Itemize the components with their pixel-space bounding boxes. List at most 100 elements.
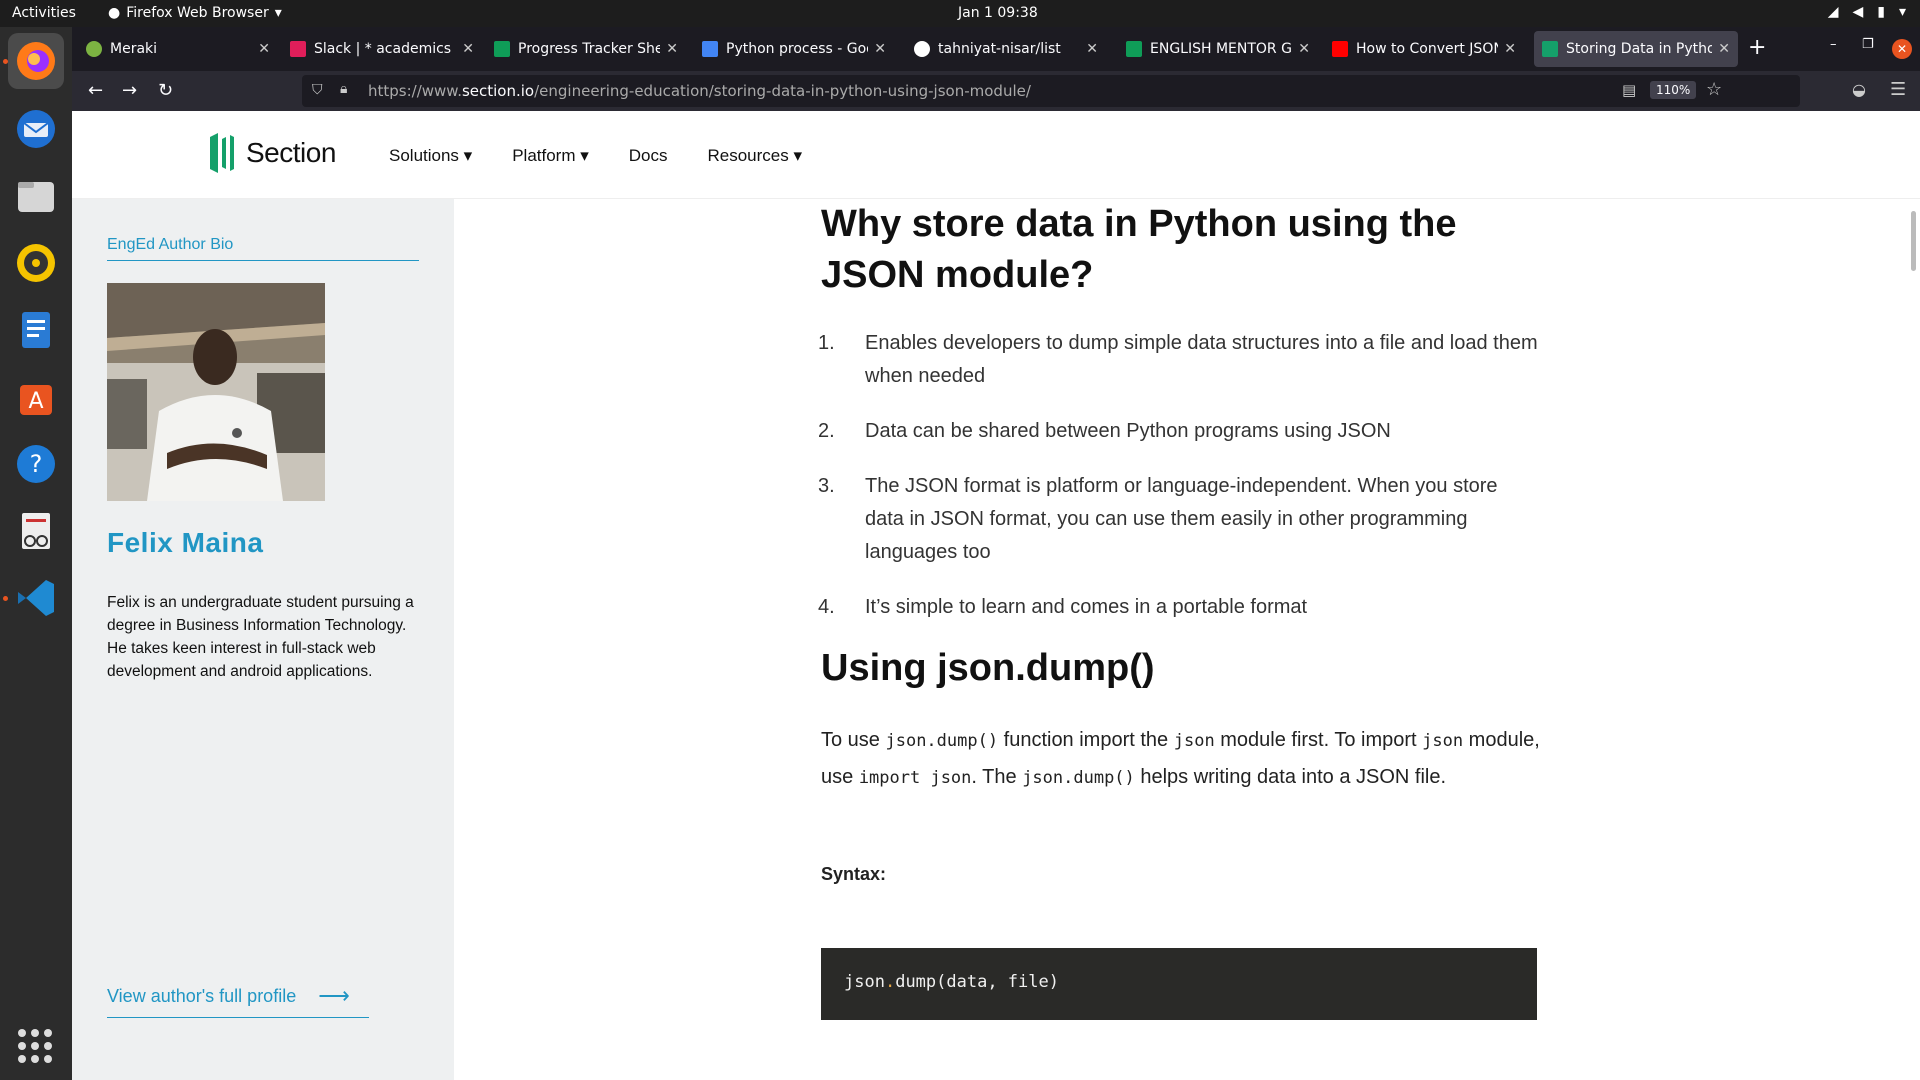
paragraph: To use json.dump() function import the j… bbox=[821, 722, 1541, 796]
list-item: 4. It’s simple to learn and comes in a po… bbox=[818, 591, 1541, 624]
inline-code: json bbox=[1422, 731, 1464, 751]
zoom-level-badge[interactable]: 110% bbox=[1650, 81, 1697, 99]
document-icon bbox=[22, 312, 50, 348]
close-tab-icon[interactable]: ✕ bbox=[666, 41, 678, 57]
code-token: json bbox=[844, 972, 885, 992]
list-text: Data can be shared between Python progra… bbox=[865, 420, 1391, 442]
back-arrow-icon[interactable]: ← bbox=[88, 80, 103, 101]
navigation-toolbar: ← → ↻ ⛉ 🔒︎ https://www.section.io/engine… bbox=[72, 71, 1920, 111]
list-number: 4. bbox=[818, 596, 835, 618]
nav-solutions[interactable]: Solutions ▾ bbox=[389, 146, 472, 166]
tab-label: Storing Data in Python bbox=[1566, 41, 1713, 57]
thunderbird-icon bbox=[17, 110, 55, 148]
list-item: 3. The JSON format is platform or languag… bbox=[818, 470, 1541, 569]
dock-firefox[interactable] bbox=[8, 33, 64, 89]
tab-strip: Meraki ✕ Slack | * academics | N ✕ Progr… bbox=[72, 27, 1920, 71]
tracking-shield-icon[interactable]: ⛉ bbox=[312, 82, 323, 98]
author-name[interactable]: Felix Maina bbox=[107, 527, 263, 559]
rhythmbox-icon bbox=[17, 244, 55, 282]
close-tab-icon[interactable]: ✕ bbox=[258, 41, 270, 57]
dock-software[interactable]: A bbox=[8, 369, 64, 425]
tab-storing-data[interactable]: Storing Data in Python ✕ bbox=[1534, 31, 1738, 67]
article-content: Why store data in Python using the JSON … bbox=[818, 199, 1541, 1020]
list-text: Enables developers to dump simple data s… bbox=[865, 332, 1538, 387]
close-tab-icon[interactable]: ✕ bbox=[462, 41, 474, 57]
close-tab-icon[interactable]: ✕ bbox=[874, 41, 886, 57]
arrow-right-icon: ⟶ bbox=[318, 983, 350, 1008]
text-span: function import the bbox=[998, 729, 1174, 751]
tab-label: Progress Tracker Shee bbox=[518, 41, 661, 57]
tab-label: tahniyat-nisar/list bbox=[938, 41, 1061, 57]
dock-writer[interactable] bbox=[8, 302, 64, 358]
dock-vscode[interactable] bbox=[8, 570, 64, 626]
nav-resources[interactable]: Resources ▾ bbox=[708, 146, 803, 166]
tab-youtube-json[interactable]: How to Convert JSON ✕ bbox=[1324, 31, 1524, 67]
list-item: 2. Data can be shared between Python prog… bbox=[818, 415, 1541, 448]
files-icon bbox=[18, 182, 54, 212]
list-item: 1. Enables developers to dump simple data… bbox=[818, 327, 1541, 393]
minimize-button[interactable]: – bbox=[1830, 37, 1837, 52]
system-tray[interactable]: ◢ ◀ ▮ ▾ bbox=[1828, 4, 1906, 20]
inline-code: import json bbox=[858, 768, 972, 788]
window-close-button[interactable]: ✕ bbox=[1892, 39, 1912, 59]
show-applications-button[interactable] bbox=[18, 1029, 52, 1063]
close-tab-icon[interactable]: ✕ bbox=[1718, 41, 1730, 57]
tab-github-list[interactable]: tahniyat-nisar/list ✕ bbox=[906, 31, 1106, 67]
pocket-icon[interactable]: ◒ bbox=[1852, 80, 1866, 99]
reader-view-icon[interactable]: ▤ bbox=[1622, 81, 1636, 99]
firefox-icon bbox=[17, 42, 55, 80]
forward-arrow-icon[interactable]: → bbox=[122, 80, 137, 101]
nav-docs[interactable]: Docs bbox=[629, 146, 668, 166]
dock-reader[interactable] bbox=[8, 503, 64, 559]
running-indicator bbox=[3, 59, 8, 64]
code-token: dump(data, file) bbox=[895, 972, 1059, 992]
svg-text:?: ? bbox=[30, 450, 43, 478]
restore-button[interactable]: ❐ bbox=[1862, 37, 1874, 52]
tab-python-process[interactable]: Python process - Goog ✕ bbox=[694, 31, 894, 67]
bookmark-star-icon[interactable]: ☆ bbox=[1706, 79, 1722, 100]
firefox-icon: ● bbox=[108, 5, 121, 21]
section-logo-icon bbox=[210, 133, 234, 173]
sheets-favicon-icon bbox=[1126, 41, 1142, 57]
close-tab-icon[interactable]: ✕ bbox=[1504, 41, 1516, 57]
chevron-down-icon: ▾ bbox=[274, 5, 282, 21]
lock-icon[interactable]: 🔒︎ bbox=[340, 81, 347, 97]
author-link-label: View author's full profile bbox=[107, 985, 297, 1006]
close-tab-icon[interactable]: ✕ bbox=[1298, 41, 1310, 57]
author-description: Felix is an undergraduate student pursui… bbox=[107, 594, 414, 680]
software-store-icon: A bbox=[20, 385, 52, 415]
dock-files[interactable] bbox=[8, 168, 64, 224]
nav-platform[interactable]: Platform ▾ bbox=[512, 146, 589, 166]
code-block[interactable]: json.dump(data, file) bbox=[821, 948, 1537, 1020]
tab-english-mentor[interactable]: ENGLISH MENTOR GRO ✕ bbox=[1118, 31, 1318, 67]
text-span: To use bbox=[821, 729, 886, 751]
tab-progress-tracker[interactable]: Progress Tracker Shee ✕ bbox=[486, 31, 686, 67]
new-tab-button[interactable]: + bbox=[1748, 35, 1766, 60]
dock-rhythmbox[interactable] bbox=[8, 235, 64, 291]
tab-meraki[interactable]: Meraki ✕ bbox=[78, 31, 278, 67]
clock[interactable]: Jan 1 09:38 bbox=[958, 5, 1038, 21]
svg-text:A: A bbox=[28, 389, 43, 414]
app-menu[interactable]: ● Firefox Web Browser ▾ bbox=[108, 5, 282, 21]
text-span: . The bbox=[971, 766, 1023, 788]
inline-code: json.dump() bbox=[1022, 768, 1135, 788]
dock-thunderbird[interactable] bbox=[8, 101, 64, 157]
tab-slack[interactable]: Slack | * academics | N ✕ bbox=[282, 31, 482, 67]
youtube-favicon-icon bbox=[1332, 41, 1348, 57]
section-heading: Why store data in Python using the JSON … bbox=[821, 203, 1457, 296]
url-text[interactable]: https://www.section.io/engineering-educa… bbox=[368, 82, 1031, 100]
url-bar[interactable]: ⛉ 🔒︎ https://www.section.io/engineering-… bbox=[302, 75, 1800, 107]
view-author-profile-link[interactable]: View author's full profile ⟶ bbox=[107, 983, 369, 1018]
section-heading: Using json.dump() bbox=[821, 647, 1155, 689]
hamburger-menu-icon[interactable]: ☰ bbox=[1890, 79, 1906, 100]
reload-icon[interactable]: ↻ bbox=[158, 80, 173, 101]
activities-button[interactable]: Activities bbox=[12, 5, 76, 21]
vscode-icon bbox=[18, 580, 54, 616]
page-scrollbar[interactable] bbox=[1911, 211, 1916, 271]
inline-code: json bbox=[1173, 731, 1215, 751]
dock-help[interactable]: ? bbox=[8, 436, 64, 492]
section-logo[interactable]: Section bbox=[208, 133, 336, 173]
battery-icon: ▮ bbox=[1877, 4, 1885, 20]
section-favicon-icon bbox=[1542, 41, 1558, 57]
close-tab-icon[interactable]: ✕ bbox=[1086, 41, 1098, 57]
